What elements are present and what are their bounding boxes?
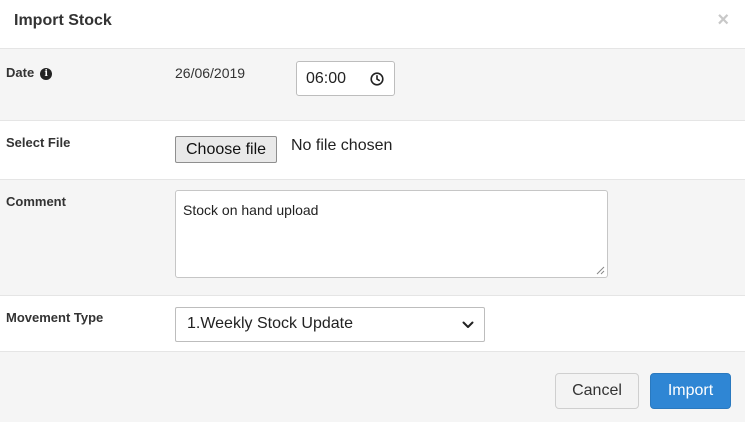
date-value: 26/06/2019 [175, 65, 246, 81]
clock-icon[interactable] [370, 72, 384, 86]
chevron-down-icon [462, 321, 474, 328]
comment-label: Comment [6, 194, 66, 209]
choose-file-button[interactable]: Choose file [175, 136, 278, 163]
date-label-wrap: Date i [6, 65, 53, 80]
resize-grip-icon[interactable] [595, 265, 605, 275]
info-icon[interactable]: i [40, 68, 53, 80]
file-row: Select File Choose file No file chosen [0, 121, 745, 180]
file-status: No file chosen [291, 137, 393, 154]
comment-row: Comment Stock on hand upload [0, 180, 745, 296]
time-value: 06:00 [306, 70, 347, 87]
movement-row: Movement Type 1.Weekly Stock Update [0, 296, 745, 351]
comment-textarea[interactable]: Stock on hand upload [175, 190, 608, 278]
dialog-header: Import Stock × [0, 0, 745, 49]
movement-type-value: 1.Weekly Stock Update [187, 315, 354, 332]
dialog-title: Import Stock [14, 12, 112, 29]
movement-type-label: Movement Type [6, 310, 104, 325]
import-stock-dialog: Import Stock × Date i 26/06/2019 06:00 Se… [0, 0, 745, 422]
comment-value: Stock on hand upload [183, 202, 319, 218]
movement-type-select[interactable]: 1.Weekly Stock Update [175, 307, 485, 342]
close-icon[interactable]: × [717, 10, 729, 30]
date-label: Date [6, 65, 35, 80]
cancel-button[interactable]: Cancel [555, 373, 639, 409]
date-row: Date i 26/06/2019 06:00 [0, 49, 745, 121]
import-button[interactable]: Import [650, 373, 731, 409]
select-file-label: Select File [6, 135, 71, 150]
dialog-footer: Cancel Import [0, 351, 745, 422]
time-input[interactable]: 06:00 [296, 61, 395, 96]
